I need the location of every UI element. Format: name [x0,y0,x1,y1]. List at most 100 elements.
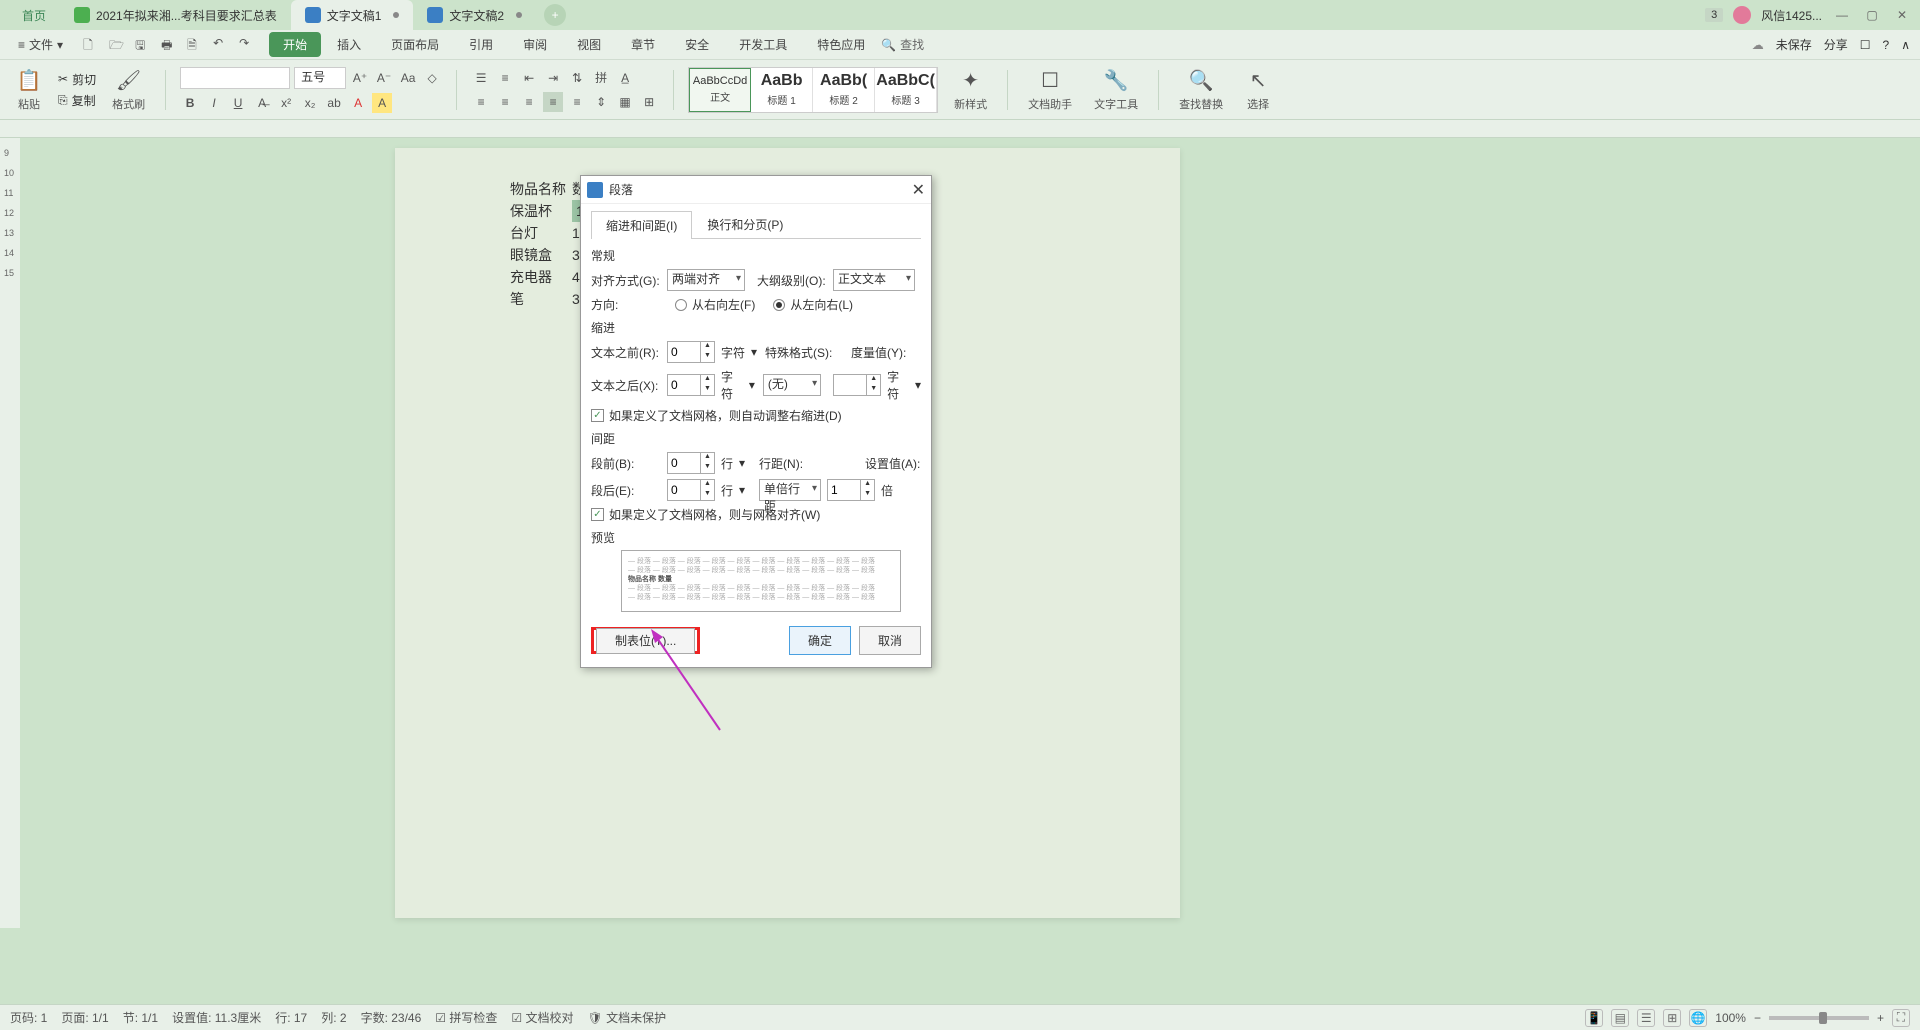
auto-indent-checkbox[interactable]: ✓如果定义了文档网格，则自动调整右缩进(D) [591,407,921,424]
print-preview-icon[interactable]: 🗎 [187,36,205,54]
font-size-select[interactable]: 五号 [294,67,346,89]
copy-button[interactable]: ⎘复制 [58,92,96,109]
font-family-select[interactable] [180,67,290,89]
tab-file1[interactable]: 2021年拟来湘...考科目要求汇总表 [60,0,291,30]
web-view-icon[interactable]: ⊞ [1663,1009,1681,1027]
style-heading2[interactable]: AaBb(标题 2 [813,68,875,112]
spin-up-icon[interactable]: ▲ [701,375,714,385]
print-icon[interactable]: 🖶 [161,36,179,54]
text-tools-button[interactable]: 🔧文字工具 [1088,68,1144,112]
export-icon[interactable]: ☐ [1860,38,1871,52]
after-paragraph-spinner[interactable]: ▲▼ [667,479,715,501]
underline-icon[interactable]: U [228,93,248,113]
outline-select[interactable]: 正文文本 [833,269,915,291]
style-body[interactable]: AaBbCcDd正文 [689,68,751,112]
tab-file3[interactable]: 文字文稿2 [413,0,536,30]
status-protection[interactable]: 🛡 文档未保护 [588,1009,667,1026]
align-center-icon[interactable]: ≡ [495,92,515,112]
tab-line-break[interactable]: 换行和分页(P) [692,210,798,238]
alignment-select[interactable]: 两端对齐 [667,269,745,291]
superscript-icon[interactable]: x² [276,93,296,113]
spin-down-icon[interactable]: ▼ [701,490,714,500]
bold-icon[interactable]: B [180,93,200,113]
save-icon[interactable]: 🖫 [135,36,153,54]
spin-down-icon[interactable]: ▼ [701,385,714,395]
spin-down-icon[interactable]: ▼ [861,490,874,500]
cut-button[interactable]: ✂剪切 [58,71,96,88]
spin-down-icon[interactable]: ▼ [867,385,880,395]
format-painter-group[interactable]: 🖌格式刷 [106,68,151,112]
spinner-input[interactable] [668,453,700,473]
line-spacing-icon[interactable]: ⇕ [591,92,611,112]
menu-insert[interactable]: 插入 [323,32,375,57]
dialog-close-button[interactable]: ✕ [912,180,925,200]
zoom-in-button[interactable]: + [1877,1011,1884,1025]
minimize-button[interactable]: — [1832,7,1852,23]
style-gallery[interactable]: AaBbCcDd正文 AaBb标题 1 AaBb(标题 2 AaBbC(标题 3 [688,67,938,113]
phonetic-icon[interactable]: 拼 [591,68,611,88]
help-icon[interactable]: ? [1883,38,1890,52]
after-text-spinner[interactable]: ▲▼ [667,374,715,396]
collapse-ribbon-icon[interactable]: ∧ [1901,38,1910,52]
text-direction-icon[interactable]: ⇅ [567,68,587,88]
measure-spinner[interactable]: ▲▼ [833,374,881,396]
redo-icon[interactable]: ↷ [239,36,257,54]
menu-references[interactable]: 引用 [455,32,507,57]
zoom-out-button[interactable]: − [1754,1011,1761,1025]
page-view-icon[interactable]: ▤ [1611,1009,1629,1027]
file-menu[interactable]: ≡文件▾ [10,36,71,53]
line-spacing-select[interactable]: 单倍行距 [759,479,821,501]
tab-stops-button[interactable]: 制表位(T)... [596,628,695,654]
phone-view-icon[interactable]: 📱 [1585,1009,1603,1027]
style-heading3[interactable]: AaBbC(标题 3 [875,68,937,112]
spin-up-icon[interactable]: ▲ [701,342,714,352]
document-canvas[interactable]: 物品名称数 保温杯1 台灯1 眼镜盒3 充电器4 笔3 [20,138,1920,928]
ok-button[interactable]: 确定 [789,626,851,655]
tab-indent-spacing[interactable]: 缩进和间距(I) [591,211,692,239]
spinner-input[interactable] [668,375,700,395]
spin-down-icon[interactable]: ▼ [701,352,714,362]
username[interactable]: 风信1425... [1761,7,1822,24]
decrease-font-icon[interactable]: A⁻ [374,68,394,88]
tab-file2[interactable]: 文字文稿1 [291,0,414,30]
spin-down-icon[interactable]: ▼ [701,463,714,473]
clear-format-icon[interactable]: ◇ [422,68,442,88]
menu-developer[interactable]: 开发工具 [725,32,801,57]
subscript-icon[interactable]: x₂ [300,93,320,113]
close-window-button[interactable]: ✕ [1892,7,1912,23]
menu-review[interactable]: 审阅 [509,32,561,57]
set-value-spinner[interactable]: ▲▼ [827,479,875,501]
vertical-ruler[interactable]: 9101112131415 [0,138,20,928]
increase-font-icon[interactable]: A⁺ [350,68,370,88]
cloud-icon[interactable]: ☁ [1752,38,1764,52]
zoom-value[interactable]: 100% [1715,1011,1746,1025]
avatar-icon[interactable] [1733,6,1751,24]
menu-chapter[interactable]: 章节 [617,32,669,57]
direction-ltr-radio[interactable]: 从左向右(L) [773,296,853,313]
align-distribute-icon[interactable]: ≡ [567,92,587,112]
fit-page-icon[interactable]: ⛶ [1892,1009,1910,1027]
share-button[interactable]: 分享 [1824,36,1848,53]
maximize-button[interactable]: ▢ [1862,7,1882,23]
status-section[interactable]: 节: 1/1 [123,1009,158,1026]
shading-icon[interactable]: ▦ [615,92,635,112]
status-page-count[interactable]: 页面: 1/1 [61,1009,108,1026]
status-word-count[interactable]: 字数: 23/46 [361,1009,422,1026]
spinner-input[interactable] [668,480,700,500]
spin-up-icon[interactable]: ▲ [861,480,874,490]
increase-indent-icon[interactable]: ⇥ [543,68,563,88]
align-justify-icon[interactable]: ≡ [543,92,563,112]
direction-rtl-radio[interactable]: 从右向左(F) [675,296,755,313]
zoom-slider[interactable] [1769,1016,1869,1020]
spin-up-icon[interactable]: ▲ [701,453,714,463]
align-right-icon[interactable]: ≡ [519,92,539,112]
new-icon[interactable]: 🗋 [83,36,101,54]
snap-grid-checkbox[interactable]: ✓如果定义了文档网格，则与网格对齐(W) [591,506,921,523]
borders-icon[interactable]: ⊞ [639,92,659,112]
decrease-indent-icon[interactable]: ⇤ [519,68,539,88]
unsaved-indicator[interactable]: 未保存 [1776,36,1812,53]
spinner-input[interactable] [828,480,860,500]
new-style-button[interactable]: ✦新样式 [948,68,993,112]
select-button[interactable]: ↖选择 [1239,68,1277,112]
find-replace-button[interactable]: 🔍查找替换 [1173,68,1229,112]
